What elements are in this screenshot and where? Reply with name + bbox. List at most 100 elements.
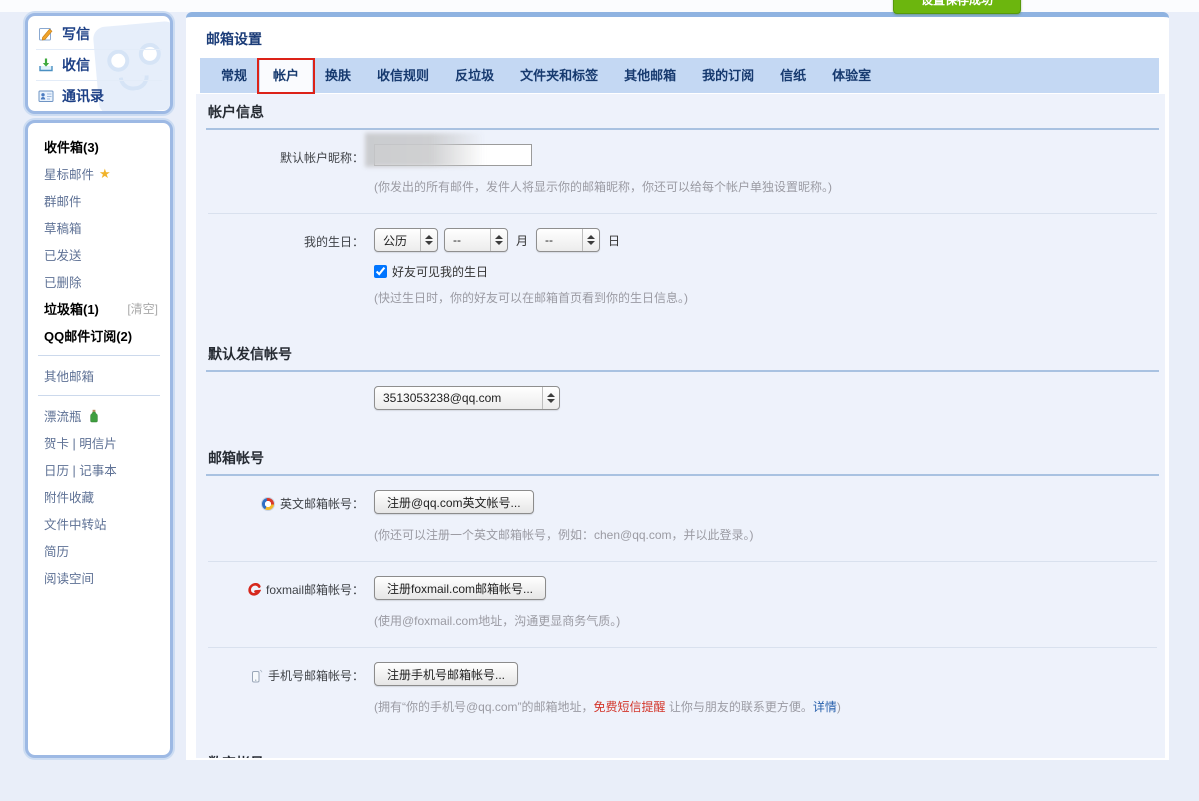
folder-other-mailboxes[interactable]: 其他邮箱 xyxy=(28,362,170,389)
register-mobile-account-button[interactable]: 注册手机号邮箱帐号... xyxy=(374,662,518,686)
register-english-account-button[interactable]: 注册@qq.com英文帐号... xyxy=(374,490,534,514)
nickname-label: 默认帐户昵称： xyxy=(196,144,364,166)
app-greeting-cards[interactable]: 贺卡 | 明信片 xyxy=(28,429,170,456)
birthday-row: 我的生日： 公历 -- 月 -- 日 xyxy=(196,228,1165,252)
sidebar-actions-card: 写信 收信 通讯录 xyxy=(25,13,173,114)
english-account-help-text: (你还可以注册一个英文邮箱帐号，例如：chen@qq.com，并以此登录。) xyxy=(374,526,1165,543)
birth-month-select[interactable]: -- xyxy=(444,228,508,252)
select-stepper-icon xyxy=(542,387,559,409)
select-stepper-icon xyxy=(490,229,507,251)
receive-mail-button[interactable]: 收信 xyxy=(28,50,170,80)
divider xyxy=(38,355,160,356)
foxmail-logo-icon xyxy=(247,583,261,597)
app-bottle-label: 漂流瓶 xyxy=(44,406,82,425)
tab-stationery[interactable]: 信纸 xyxy=(767,58,819,93)
details-link[interactable]: 详情 xyxy=(813,700,837,714)
birth-day-value: -- xyxy=(537,229,582,251)
app-resume-label: 简历 xyxy=(44,541,69,560)
compose-mail-button[interactable]: 写信 xyxy=(28,19,170,49)
divider xyxy=(38,395,160,396)
nickname-help-text: (你发出的所有邮件，发件人将显示你的邮箱昵称，你还可以给每个帐户单独设置昵称。) xyxy=(374,178,1165,195)
section-mail-accounts-title: 邮箱帐号 xyxy=(206,434,1159,476)
app-drift-bottle[interactable]: 漂流瓶 xyxy=(28,402,170,429)
day-unit-label: 日 xyxy=(608,232,620,249)
calendar-type-select[interactable]: 公历 xyxy=(374,228,438,252)
folder-sent[interactable]: 已发送 xyxy=(28,241,170,268)
divider xyxy=(208,647,1157,648)
star-icon: ★ xyxy=(99,166,111,182)
tab-skin[interactable]: 换肤 xyxy=(312,58,364,93)
folder-group-mail[interactable]: 群邮件 xyxy=(28,187,170,214)
sidebar-folders-card: 收件箱(3) 星标邮件 ★ 群邮件 草稿箱 已发送 已删除 垃圾箱(1) [清空]… xyxy=(25,120,173,758)
receive-mail-label: 收信 xyxy=(62,55,90,75)
tab-receive-rules[interactable]: 收信规则 xyxy=(364,58,442,93)
folder-trash-label: 垃圾箱(1) xyxy=(44,299,99,318)
english-account-label: 英文邮箱帐号： xyxy=(280,495,364,512)
contacts-card-icon xyxy=(38,88,54,104)
app-calendar-notes[interactable]: 日历 | 记事本 xyxy=(28,456,170,483)
mobile-help-suffix: ) xyxy=(837,700,841,714)
birthday-visible-label: 好友可见我的生日 xyxy=(392,263,488,280)
settings-content: 帐户信息 默认帐户昵称： (你发出的所有邮件，发件人将显示你的邮箱昵称，你还可以… xyxy=(196,94,1165,758)
english-account-row: 英文邮箱帐号： 注册@qq.com英文帐号... xyxy=(196,490,1165,514)
tab-general[interactable]: 常规 xyxy=(208,58,260,93)
tab-anti-spam[interactable]: 反垃圾 xyxy=(442,58,507,93)
tab-folders-labels[interactable]: 文件夹和标签 xyxy=(507,58,611,93)
default-sender-select[interactable]: 3513053238@qq.com xyxy=(374,386,560,410)
default-sender-value: 3513053238@qq.com xyxy=(375,387,542,409)
birthday-visible-checkbox[interactable] xyxy=(374,265,387,278)
app-reading-label: 阅读空间 xyxy=(44,568,94,587)
section-account-info-title: 帐户信息 xyxy=(206,94,1159,130)
app-attachment-favorites[interactable]: 附件收藏 xyxy=(28,483,170,510)
select-stepper-icon xyxy=(420,229,437,251)
folder-subscriptions-label: QQ邮件订阅(2) xyxy=(44,326,132,345)
tab-my-subscriptions[interactable]: 我的订阅 xyxy=(689,58,767,93)
select-stepper-icon xyxy=(582,229,599,251)
birth-day-select[interactable]: -- xyxy=(536,228,600,252)
nickname-row: 默认帐户昵称： xyxy=(196,144,1165,166)
folder-drafts-label: 草稿箱 xyxy=(44,218,82,237)
nickname-input[interactable] xyxy=(374,144,532,166)
section-number-account-title: 数字帐号 xyxy=(206,739,1159,758)
foxmail-account-row: foxmail邮箱帐号： 注册foxmail.com邮箱帐号... xyxy=(196,576,1165,600)
tab-other-mailboxes[interactable]: 其他邮箱 xyxy=(611,58,689,93)
app-cards-label: 贺卡 | 明信片 xyxy=(44,433,117,452)
section-default-sender-title: 默认发信帐号 xyxy=(206,330,1159,372)
contacts-label: 通讯录 xyxy=(62,86,104,106)
settings-panel: 邮箱设置 常规 帐户 换肤 收信规则 反垃圾 文件夹和标签 其他邮箱 我的订阅 … xyxy=(186,12,1169,760)
save-success-toast: 设置保存成功 xyxy=(893,0,1021,14)
free-sms-highlight: 免费短信提醒 xyxy=(594,700,666,714)
mobile-account-help-text: (拥有“你的手机号@qq.com”的邮箱地址，免费短信提醒 让你与朋友的联系更方… xyxy=(374,698,1165,715)
app-transfer-label: 文件中转站 xyxy=(44,514,107,533)
divider xyxy=(208,561,1157,562)
english-account-colorwheel-icon xyxy=(261,497,275,511)
folder-drafts[interactable]: 草稿箱 xyxy=(28,214,170,241)
drift-bottle-icon xyxy=(87,409,101,423)
folder-other-label: 其他邮箱 xyxy=(44,366,94,385)
register-foxmail-account-button[interactable]: 注册foxmail.com邮箱帐号... xyxy=(374,576,546,600)
folder-trash[interactable]: 垃圾箱(1) [清空] xyxy=(28,295,170,322)
folder-starred-label: 星标邮件 xyxy=(44,164,94,183)
birthday-label: 我的生日： xyxy=(196,228,364,250)
month-unit-label: 月 xyxy=(516,232,528,249)
folder-starred[interactable]: 星标邮件 ★ xyxy=(28,160,170,187)
divider xyxy=(208,213,1157,214)
folder-inbox[interactable]: 收件箱(3) xyxy=(28,133,170,160)
receive-mail-icon xyxy=(38,57,54,73)
birthday-help-text: (快过生日时，你的好友可以在邮箱首页看到你的生日信息。) xyxy=(374,289,1165,306)
foxmail-account-help-text: (使用@foxmail.com地址，沟通更显商务气质。) xyxy=(374,612,1165,629)
compose-mail-label: 写信 xyxy=(62,24,90,44)
empty-trash-link[interactable]: [清空] xyxy=(127,300,158,317)
app-file-transfer[interactable]: 文件中转站 xyxy=(28,510,170,537)
folder-qq-subscriptions[interactable]: QQ邮件订阅(2) xyxy=(28,322,170,349)
app-resume[interactable]: 简历 xyxy=(28,537,170,564)
contacts-button[interactable]: 通讯录 xyxy=(28,81,170,111)
tab-account[interactable]: 帐户 xyxy=(260,58,312,93)
tab-lab[interactable]: 体验室 xyxy=(819,58,884,93)
calendar-type-value: 公历 xyxy=(375,229,420,251)
default-sender-row: 3513053238@qq.com xyxy=(196,386,1165,410)
app-reading-space[interactable]: 阅读空间 xyxy=(28,564,170,591)
folder-deleted[interactable]: 已删除 xyxy=(28,268,170,295)
page-title: 邮箱设置 xyxy=(186,17,1169,49)
folder-group-label: 群邮件 xyxy=(44,191,82,210)
